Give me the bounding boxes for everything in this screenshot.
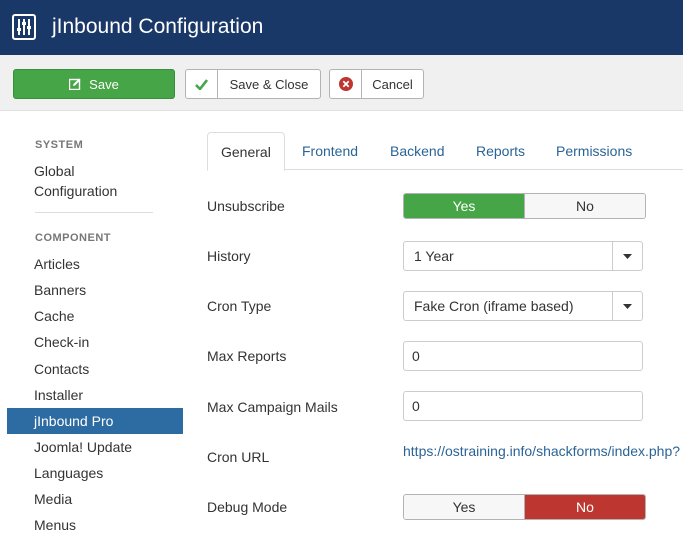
save-label: Save	[89, 76, 119, 92]
sidebar-item-cache[interactable]: Cache	[7, 306, 183, 326]
sidebar-item-jinbound-pro[interactable]: jInbound Pro	[7, 408, 183, 434]
config-tabs: General Frontend Backend Reports Permiss…	[207, 132, 683, 171]
cancel-label: Cancel	[372, 76, 413, 92]
sidebar: SYSTEM Global Configuration COMPONENT Ar…	[0, 112, 190, 533]
cancel-button[interactable]: Cancel	[329, 69, 424, 99]
cron-type-value: Fake Cron (iframe based)	[414, 298, 574, 314]
sidebar-item-menus[interactable]: Menus	[7, 515, 183, 535]
save-close-button[interactable]: Save & Close	[185, 69, 321, 99]
cancel-icon	[338, 77, 353, 91]
sidebar-item-contacts[interactable]: Contacts	[7, 359, 183, 379]
save-close-label: Save & Close	[229, 76, 309, 92]
check-icon	[195, 78, 208, 90]
debug-mode-label: Debug Mode	[207, 499, 288, 515]
unsubscribe-toggle: Yes No	[403, 193, 646, 219]
tab-reports[interactable]: Reports	[463, 132, 538, 170]
max-campaign-mails-input[interactable]: 0	[403, 391, 643, 421]
cron-type-select[interactable]: Fake Cron (iframe based)	[403, 291, 643, 321]
history-label: History	[207, 248, 251, 264]
history-value: 1 Year	[414, 248, 454, 264]
unsubscribe-yes-button[interactable]: Yes	[404, 194, 524, 218]
unsubscribe-no-button[interactable]: No	[524, 194, 645, 218]
sliders-icon	[12, 14, 36, 40]
sidebar-item-installer[interactable]: Installer	[7, 385, 183, 405]
sidebar-item-global-configuration[interactable]: Global Configuration	[7, 161, 183, 201]
cron-type-label: Cron Type	[207, 298, 272, 314]
edit-icon	[69, 78, 81, 90]
tab-frontend[interactable]: Frontend	[289, 132, 371, 170]
history-select[interactable]: 1 Year	[403, 241, 643, 271]
sidebar-heading-component: COMPONENT	[35, 232, 111, 244]
debug-mode-no-button[interactable]: No	[524, 495, 645, 519]
sidebar-divider	[35, 212, 153, 213]
max-reports-input[interactable]: 0	[403, 341, 643, 371]
max-reports-label: Max Reports	[207, 348, 287, 364]
sidebar-item-languages[interactable]: Languages	[7, 463, 183, 483]
unsubscribe-label: Unsubscribe	[207, 198, 285, 214]
sidebar-heading-system: SYSTEM	[35, 139, 84, 151]
tab-backend[interactable]: Backend	[377, 132, 457, 170]
tab-permissions[interactable]: Permissions	[543, 132, 645, 170]
app-header: jInbound Configuration	[0, 0, 683, 55]
sidebar-item-articles[interactable]: Articles	[7, 254, 183, 274]
sidebar-item-banners[interactable]: Banners	[7, 280, 183, 300]
page-title: jInbound Configuration	[52, 15, 264, 38]
tab-general[interactable]: General	[207, 132, 285, 171]
caret-down-icon	[623, 303, 632, 309]
save-button[interactable]: Save	[13, 69, 175, 99]
sidebar-item-media[interactable]: Media	[7, 489, 183, 509]
max-campaign-mails-label: Max Campaign Mails	[207, 399, 338, 415]
sidebar-item-joomla-update[interactable]: Joomla! Update	[7, 437, 183, 457]
sidebar-item-check-in[interactable]: Check-in	[7, 332, 183, 352]
cron-url-label: Cron URL	[207, 449, 270, 465]
debug-mode-toggle: Yes No	[403, 494, 646, 520]
debug-mode-yes-button[interactable]: Yes	[404, 495, 524, 519]
cron-url-link[interactable]: https://ostraining.info/shackforms/index…	[403, 443, 680, 459]
caret-down-icon	[623, 253, 632, 259]
toolbar: Save Save & Close Cancel	[0, 55, 683, 111]
